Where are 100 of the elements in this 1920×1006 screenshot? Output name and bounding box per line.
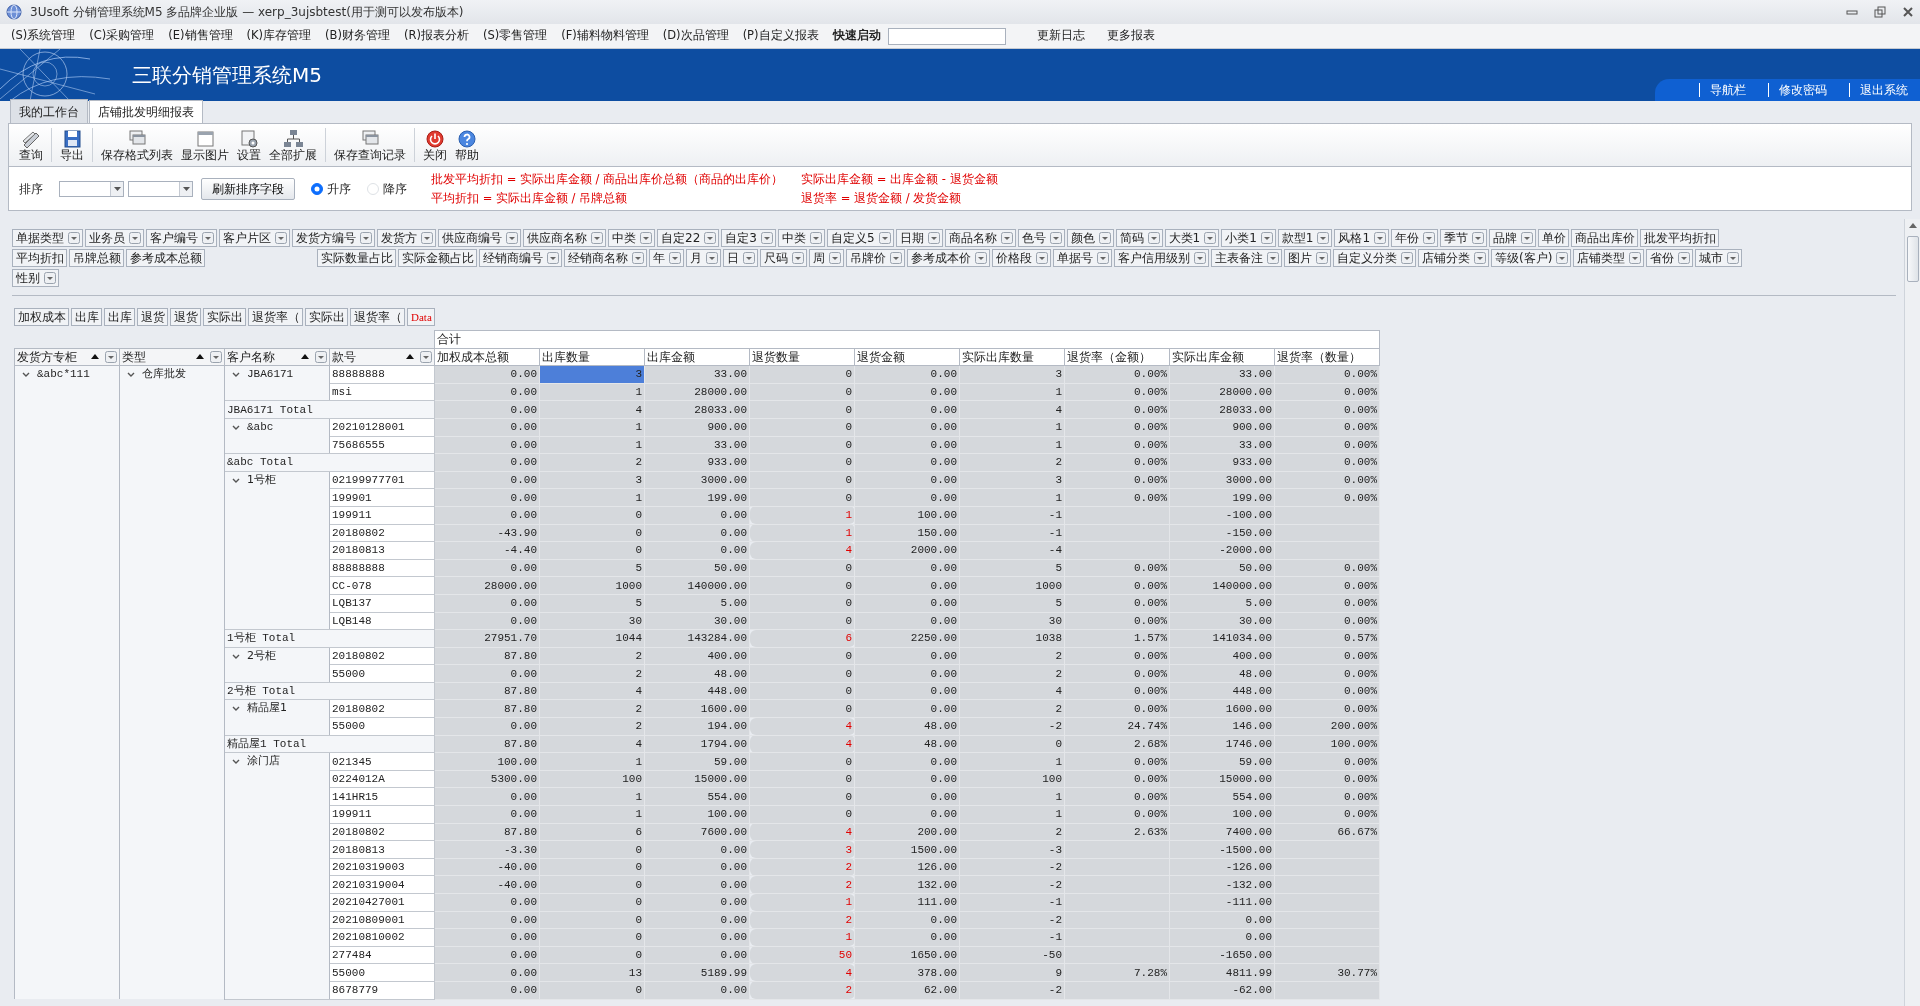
toolbar-button[interactable]: 设置 — [233, 126, 265, 164]
field-chip[interactable]: 月 — [686, 249, 721, 267]
banner-link[interactable]: 修改密码 — [1768, 83, 1835, 97]
field-chip[interactable]: 参考成本总额 — [126, 249, 205, 267]
menu-item[interactable]: (P)自定义报表 — [735, 27, 826, 45]
field-chip[interactable]: 商品名称 — [944, 229, 1016, 247]
data-field-chip[interactable]: 出库 — [71, 308, 102, 326]
data-field-chip[interactable]: 退货 — [170, 308, 201, 326]
refresh-sort-button[interactable]: 刷新排序字段 — [201, 177, 295, 200]
data-field-chip[interactable]: 退货 — [137, 308, 168, 326]
field-chip[interactable]: 吊牌总额 — [69, 249, 124, 267]
field-chip[interactable]: 发货方 — [377, 229, 436, 247]
toolbar-button[interactable]: 帮助 — [451, 126, 483, 164]
field-chip[interactable]: 客户编号 — [146, 229, 217, 247]
field-chip[interactable]: 款型1 — [1277, 229, 1333, 247]
field-chip[interactable]: 年 — [649, 249, 684, 267]
menu-link[interactable]: 更多报表 — [1099, 27, 1162, 45]
toolbar-button[interactable]: 全部扩展 — [265, 126, 321, 164]
filter-dropdown-icon[interactable] — [420, 350, 432, 363]
field-chip[interactable]: 经销商编号 — [479, 249, 562, 267]
field-chip[interactable]: 店铺类型 — [1573, 249, 1645, 267]
field-chip[interactable]: 经销商名称 — [564, 249, 647, 267]
field-chip[interactable]: 季节 — [1440, 229, 1488, 247]
field-chip[interactable]: 实际金额占比 — [398, 249, 477, 267]
scroll-thumb[interactable] — [1906, 236, 1919, 282]
field-chip[interactable]: 客户片区 — [219, 229, 290, 247]
field-chip[interactable]: 价格段 — [992, 249, 1051, 267]
field-chip[interactable]: 主表备注 — [1211, 249, 1282, 267]
data-field-chip[interactable]: 出库 — [104, 308, 135, 326]
toolbar-button[interactable]: 查询 — [15, 126, 47, 164]
close-icon[interactable] — [1902, 6, 1914, 18]
filter-dropdown-icon[interactable] — [315, 350, 327, 363]
field-chip[interactable]: 自定义5 — [826, 229, 894, 247]
field-chip[interactable]: 自定3 — [721, 229, 776, 247]
field-chip[interactable]: 年份 — [1391, 229, 1439, 247]
menu-item[interactable]: (S)系统管理 — [4, 27, 83, 45]
data-field-chip[interactable]: Data — [407, 308, 435, 326]
restore-icon[interactable] — [1874, 6, 1886, 18]
data-field-chip[interactable]: 实际出 — [305, 308, 348, 326]
data-field-chip[interactable]: 加权成本 — [14, 308, 69, 326]
menu-item[interactable]: (F)辅料物料管理 — [554, 27, 656, 45]
tab[interactable]: 店铺批发明细报表 — [89, 100, 203, 123]
field-chip[interactable]: 吊牌价 — [846, 249, 905, 267]
field-chip[interactable]: 中类 — [608, 229, 655, 247]
vertical-scrollbar[interactable] — [1904, 219, 1920, 1006]
field-chip[interactable]: 实际数量占比 — [317, 249, 396, 267]
data-field-chip[interactable]: 实际出 — [203, 308, 246, 326]
menu-link[interactable]: 更新日志 — [1029, 27, 1092, 45]
menu-item[interactable]: (C)采购管理 — [82, 27, 162, 45]
field-chip[interactable]: 供应商名称 — [523, 229, 606, 247]
field-chip[interactable]: 参考成本价 — [907, 249, 990, 267]
field-chip[interactable]: 单据号 — [1053, 249, 1112, 267]
field-chip[interactable]: 自定22 — [657, 229, 720, 247]
menu-item[interactable]: (S)零售管理 — [475, 27, 555, 45]
field-chip[interactable]: 客户信用级别 — [1114, 249, 1209, 267]
banner-link[interactable]: 退出系统 — [1849, 83, 1916, 97]
field-chip[interactable]: 品牌 — [1489, 229, 1537, 247]
radio-button[interactable] — [311, 182, 323, 195]
menu-item[interactable]: (D)次品管理 — [655, 27, 736, 45]
menu-item[interactable]: (R)报表分析 — [396, 27, 476, 45]
field-chip[interactable]: 大类1 — [1164, 229, 1220, 247]
toolbar-button[interactable]: 关闭 — [419, 126, 451, 164]
field-chip[interactable]: 自定义分类 — [1333, 249, 1416, 267]
field-chip[interactable]: 平均折扣 — [12, 249, 67, 267]
tab[interactable]: 我的工作台 — [10, 99, 88, 123]
toolbar-button[interactable]: 保存格式列表 — [97, 126, 177, 164]
field-chip[interactable]: 日 — [723, 249, 758, 267]
field-chip[interactable]: 单据类型 — [12, 229, 83, 247]
menu-item[interactable]: (K)库存管理 — [239, 27, 319, 45]
field-chip[interactable]: 城市 — [1695, 249, 1743, 267]
banner-link[interactable]: 导航栏 — [1699, 83, 1754, 97]
field-chip[interactable]: 业务员 — [85, 229, 144, 247]
field-chip[interactable]: 中类 — [777, 229, 825, 247]
toolbar-button[interactable]: 显示图片 — [177, 126, 233, 164]
scroll-up-icon[interactable] — [1908, 223, 1917, 228]
menu-item[interactable]: (E)销售管理 — [161, 27, 240, 45]
field-chip[interactable]: 小类1 — [1221, 229, 1276, 247]
field-chip[interactable]: 色号 — [1017, 229, 1065, 247]
quick-launch-field[interactable] — [887, 27, 1006, 45]
data-field-chip[interactable]: 退货率（ — [248, 308, 303, 326]
field-chip[interactable]: 尺码 — [760, 249, 807, 267]
field-chip[interactable]: 风格1 — [1334, 229, 1390, 247]
field-chip[interactable]: 颜色 — [1066, 229, 1114, 247]
field-chip[interactable]: 图片 — [1284, 249, 1331, 267]
menu-item[interactable]: (B)财务管理 — [318, 27, 397, 45]
filter-dropdown-icon[interactable] — [210, 350, 222, 363]
field-chip[interactable]: 发货方编号 — [292, 229, 375, 247]
toolbar-button[interactable]: 保存查询记录 — [330, 126, 410, 164]
filter-dropdown-icon[interactable] — [105, 350, 117, 363]
field-chip[interactable]: 商品出库价 — [1571, 229, 1639, 247]
field-chip[interactable]: 日期 — [895, 229, 943, 247]
field-chip[interactable]: 周 — [809, 249, 844, 267]
field-chip[interactable]: 等级(客户) — [1491, 249, 1572, 267]
field-chip[interactable]: 单价 — [1538, 229, 1570, 247]
data-field-chip[interactable]: 退货率（ — [350, 308, 405, 326]
field-chip[interactable]: 批发平均折扣 — [1640, 229, 1720, 247]
field-chip[interactable]: 性别 — [12, 269, 59, 287]
field-chip[interactable]: 简码 — [1115, 229, 1163, 247]
toolbar-button[interactable]: 导出 — [56, 126, 88, 164]
field-chip[interactable]: 省份 — [1646, 249, 1694, 267]
